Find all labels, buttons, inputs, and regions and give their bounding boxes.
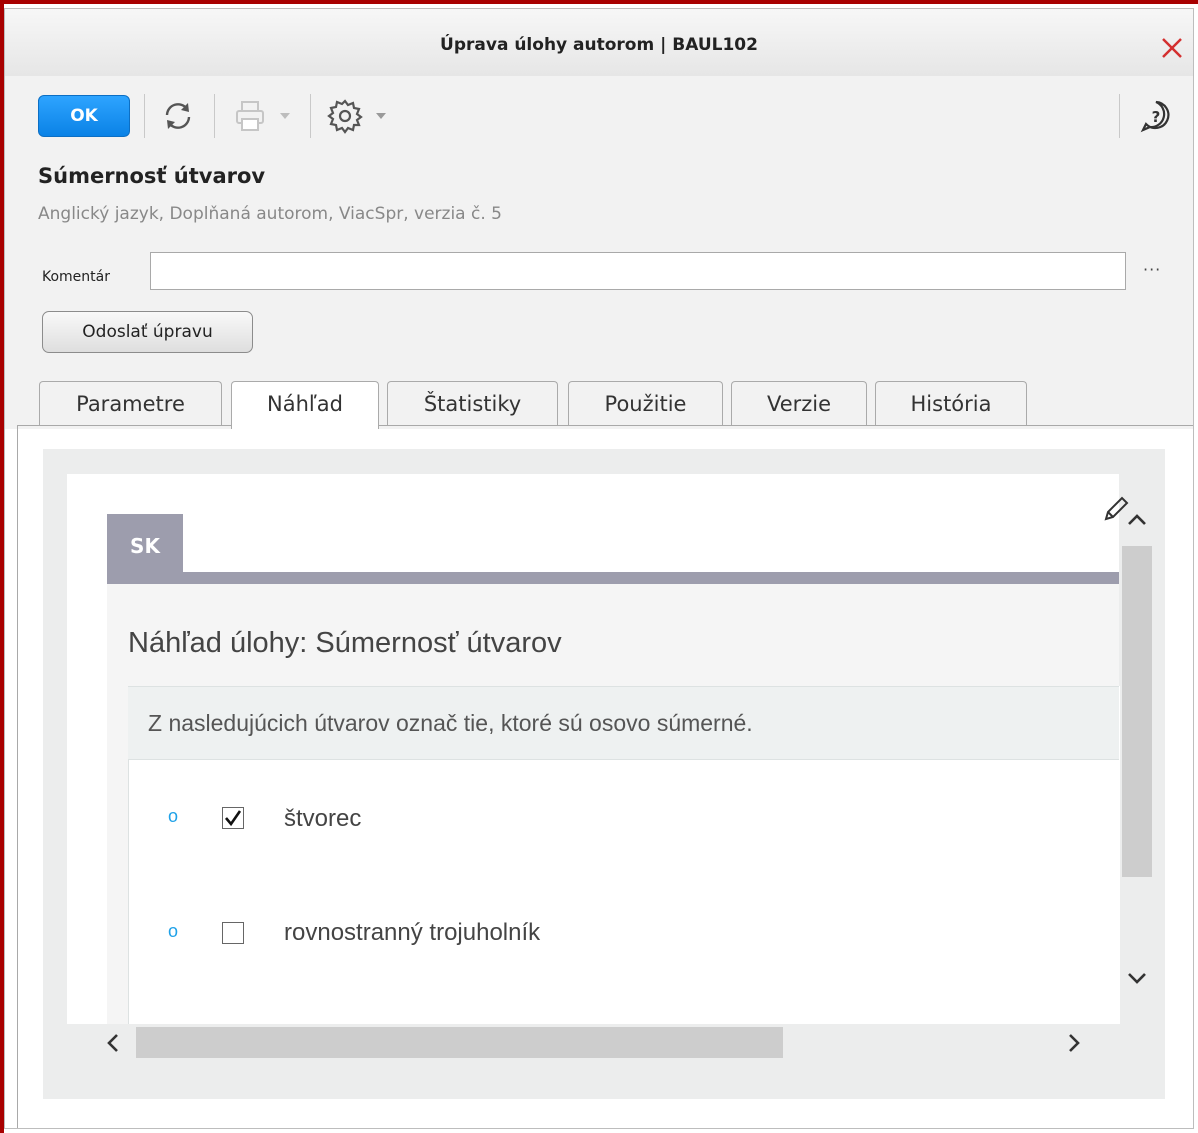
- toolbar-separator: [144, 94, 145, 138]
- comment-input[interactable]: [150, 252, 1126, 290]
- title-bar[interactable]: Úprava úlohy autorom | BAUL102: [5, 9, 1193, 77]
- toolbar-separator: [310, 94, 311, 138]
- panel-left-edge: [17, 425, 18, 1128]
- vertical-scrollbar-thumb[interactable]: [1122, 546, 1152, 877]
- window-frame-top: [0, 0, 1198, 4]
- close-icon[interactable]: [1159, 35, 1185, 61]
- toolbar-separator: [214, 94, 215, 138]
- scroll-left-icon[interactable]: [101, 1030, 125, 1056]
- tab-statistiky[interactable]: Štatistiky: [387, 381, 558, 426]
- tab-nahlad[interactable]: Náhľad: [231, 381, 379, 429]
- dialog-window: Úprava úlohy autorom | BAUL102 OK ? Súme…: [4, 8, 1194, 1129]
- tab-historia[interactable]: História: [875, 381, 1027, 426]
- tab-verzie[interactable]: Verzie: [731, 381, 867, 426]
- checkmark-icon: [225, 810, 242, 827]
- ok-button[interactable]: OK: [38, 95, 130, 137]
- task-subtitle: Anglický jazyk, Doplňaná autorom, ViacSp…: [38, 204, 502, 224]
- toolbar-separator: [1119, 94, 1120, 138]
- toolbar: OK ?: [5, 76, 1193, 144]
- language-tab-bar: [107, 572, 1119, 584]
- question-text: Z nasledujúcich útvarov označ tie, ktoré…: [148, 710, 753, 736]
- option-label: rovnostranný trojuholník: [284, 919, 541, 946]
- tab-pouzitie[interactable]: Použitie: [568, 381, 723, 426]
- send-edit-button[interactable]: Odoslať úpravu: [42, 311, 253, 353]
- svg-text:?: ?: [1152, 108, 1161, 126]
- print-dropdown-icon: [280, 113, 290, 119]
- tab-parametre[interactable]: Parametre: [39, 381, 222, 426]
- window-title: Úprava úlohy autorom | BAUL102: [440, 35, 758, 55]
- comment-label: Komentár: [42, 269, 110, 285]
- option-marker: o: [168, 806, 179, 826]
- scroll-down-icon[interactable]: [1122, 967, 1152, 991]
- settings-icon[interactable]: [327, 98, 363, 134]
- option-marker: o: [168, 921, 179, 941]
- tab-divider: [17, 425, 1193, 426]
- help-icon[interactable]: ?: [1138, 98, 1174, 134]
- horizontal-scrollbar-thumb[interactable]: [136, 1027, 783, 1058]
- preview-title: Náhľad úlohy: Súmernosť útvarov: [128, 627, 562, 659]
- print-icon: [236, 101, 264, 131]
- settings-dropdown-icon[interactable]: [376, 113, 386, 119]
- scroll-up-icon[interactable]: [1122, 507, 1152, 531]
- comment-more-button[interactable]: ···: [1143, 260, 1161, 279]
- option-checkbox[interactable]: [222, 807, 244, 829]
- task-title: Súmernosť útvarov: [38, 164, 266, 188]
- scroll-right-icon[interactable]: [1062, 1030, 1086, 1056]
- refresh-icon[interactable]: [160, 98, 196, 134]
- option-label: štvorec: [284, 805, 362, 832]
- option-checkbox[interactable]: [222, 922, 244, 944]
- language-tab-sk[interactable]: SK: [107, 514, 183, 577]
